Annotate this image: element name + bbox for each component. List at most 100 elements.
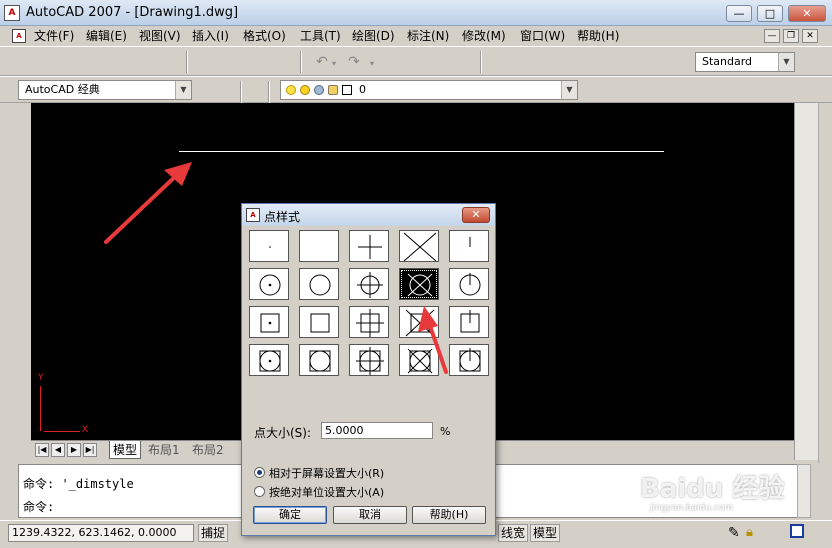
sun-icon[interactable] [300,85,310,95]
help-button[interactable]: 帮助(H) [412,506,486,524]
point-style-circle-square-plus[interactable] [349,344,389,376]
point-style-tick[interactable] [449,230,489,262]
point-style-circle-square-dot[interactable] [249,344,289,376]
doc-close-button[interactable]: ✕ [802,29,818,43]
radio-absolute-label: 按绝对单位设置大小(A) [269,486,385,499]
dialog-title-bar[interactable]: A 点样式 ✕ [242,204,495,226]
point-style-none[interactable] [299,230,339,262]
first-tab-icon[interactable]: |◀ [35,443,49,457]
radio-absolute-option[interactable]: 按绝对单位设置大小(A) [254,484,384,500]
point-style-plus[interactable] [349,230,389,262]
point-style-square-tick[interactable] [449,306,489,338]
point-style-x[interactable] [399,230,439,262]
radio-relative[interactable] [254,467,265,478]
undo-dropdown-icon[interactable]: ▾ [332,59,336,68]
title-bar: A AutoCAD 2007 - [Drawing1.dwg] — □ ✕ [0,0,832,26]
layer-select[interactable]: 0 ▼ [280,80,578,100]
point-style-circle-square-x[interactable] [399,344,439,376]
workspace-value: AutoCAD 经典 [25,83,100,96]
menu-edit[interactable]: 编辑(E) [86,28,127,44]
ucs-y-label: Y [38,373,44,383]
last-tab-icon[interactable]: ▶| [83,443,97,457]
watermark-url: jingyan.baidu.com [650,503,734,513]
dialog-app-icon: A [246,208,260,222]
menu-insert[interactable]: 插入(I) [192,28,229,44]
radio-relative-label: 相对于屏幕设置大小(R) [269,467,385,480]
model-toggle[interactable]: 模型 [530,524,561,542]
tab-model[interactable]: 模型 [109,441,142,459]
menu-tools[interactable]: 工具(T) [300,28,341,44]
radio-relative-option[interactable]: 相对于屏幕设置大小(R) [254,465,384,481]
tab-layout2[interactable]: 布局2 [189,441,227,459]
point-size-unit: % [440,425,451,438]
point-style-circle-tick[interactable] [449,268,489,300]
snap-toggle[interactable]: 捕捉 [198,524,229,542]
point-style-square[interactable] [299,306,339,338]
document-icon[interactable]: A [12,29,26,43]
point-style-dot[interactable] [249,230,289,262]
tab-layout1[interactable]: 布局1 [145,441,183,459]
chevron-down-icon[interactable]: ▼ [778,53,794,71]
watermark-brand: Baidu 经验 [640,474,785,504]
maximize-button[interactable]: □ [757,5,783,22]
point-style-circle-square-tick[interactable] [449,344,489,376]
lightbulb-icon[interactable] [286,85,296,95]
workspace-select[interactable]: AutoCAD 经典 ▼ [18,80,192,100]
lock-icon[interactable] [328,85,338,95]
point-style-circle-dot[interactable] [249,268,289,300]
point-style-square-x[interactable] [399,306,439,338]
drawn-line[interactable] [179,151,664,152]
toolbar-separator [480,51,482,73]
coordinate-display[interactable]: 1239.4322, 623.1462, 0.0000 [8,524,194,542]
baidu-watermark: Baidu 经验 jingyan.baidu.com [640,468,790,526]
minimize-button[interactable]: — [726,5,752,22]
lineweight-toggle[interactable]: 线宽 [498,524,529,542]
ucs-y-axis [40,386,41,431]
chevron-down-icon[interactable]: ▼ [175,81,191,99]
point-style-square-plus[interactable] [349,306,389,338]
window-title: AutoCAD 2007 - [Drawing1.dwg] [26,5,239,20]
point-style-square-dot[interactable] [249,306,289,338]
menu-draw[interactable]: 绘图(D) [352,28,395,44]
ucs-x-label: X [82,425,89,435]
chevron-down-icon[interactable]: ▼ [561,81,577,99]
next-tab-icon[interactable]: ▶ [67,443,81,457]
right-toolbar [818,103,832,463]
tools-icon[interactable]: ✎ [728,525,740,541]
lock-icon[interactable]: 🔒︎ [746,525,753,540]
redo-dropdown-icon[interactable]: ▾ [370,59,374,68]
menu-bar: A 文件(F) 编辑(E) 视图(V) 插入(I) 格式(O) 工具(T) 绘图… [0,26,832,46]
redo-icon[interactable]: ↷ [348,54,360,70]
point-style-circle-x[interactable] [399,268,439,300]
text-style-select[interactable]: Standard ▼ [695,52,795,72]
point-style-circle-plus[interactable] [349,268,389,300]
toolbar-separator [186,51,188,73]
menu-dimension[interactable]: 标注(N) [407,28,449,44]
close-button[interactable]: ✕ [788,5,826,22]
prev-tab-icon[interactable]: ◀ [51,443,65,457]
clean-screen-icon[interactable] [790,524,804,538]
point-style-circle-square[interactable] [299,344,339,376]
command-prompt[interactable]: 命令: [23,498,54,515]
ok-button[interactable]: 确定 [253,506,327,524]
point-size-label: 点大小(S): [254,426,312,440]
menu-window[interactable]: 窗口(W) [520,28,565,44]
dialog-close-button[interactable]: ✕ [462,207,490,223]
radio-absolute[interactable] [254,486,265,497]
menu-view[interactable]: 视图(V) [139,28,181,44]
point-size-input[interactable]: 5.0000 [321,422,433,439]
command-scrollbar[interactable] [797,464,811,518]
menu-file[interactable]: 文件(F) [34,28,74,44]
menu-modify[interactable]: 修改(M) [462,28,506,44]
undo-icon[interactable]: ↶ [316,54,328,70]
point-style-circle[interactable] [299,268,339,300]
viewport-freeze-icon[interactable] [314,85,324,95]
vertical-scrollbar[interactable] [794,103,818,460]
color-swatch-icon [342,85,352,95]
menu-format[interactable]: 格式(O) [243,28,286,44]
cancel-button[interactable]: 取消 [333,506,407,524]
doc-minimize-button[interactable]: — [764,29,780,43]
doc-restore-button[interactable]: ❐ [783,29,799,43]
workspace-layer-toolbar: AutoCAD 经典 ▼ 0 ▼ [0,76,832,103]
menu-help[interactable]: 帮助(H) [577,28,619,44]
